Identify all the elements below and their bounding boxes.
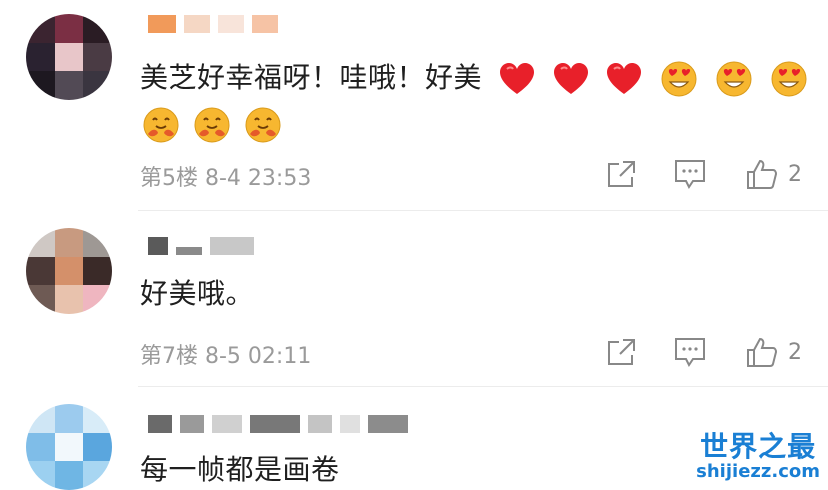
reply-button[interactable] [672, 334, 708, 370]
watermark-url: shijiezz.com [696, 461, 820, 482]
share-button[interactable] [604, 156, 640, 192]
comment-actions: 2 [604, 334, 802, 370]
avatar[interactable] [26, 14, 112, 100]
like-button[interactable]: 2 [746, 336, 802, 368]
username-blurred[interactable] [148, 412, 408, 436]
divider [138, 386, 828, 387]
share-icon [608, 339, 635, 365]
hug-emoji-icon [245, 107, 281, 143]
emoji-row-2 [134, 106, 282, 144]
heart-eyes-emoji-icon [661, 61, 697, 97]
heart-icon [500, 63, 535, 94]
username-blurred[interactable] [148, 234, 254, 258]
comment-meta: 第7楼 8-5 02:11 [140, 344, 312, 369]
heart-eyes-emoji-icon [716, 61, 752, 97]
comment-icon [675, 160, 705, 189]
heart-icon [607, 63, 642, 94]
comment-text: 好美哦。 [140, 277, 255, 310]
avatar[interactable] [26, 404, 112, 490]
comment-meta: 第5楼 8-4 23:53 [140, 166, 312, 191]
comment-icon [675, 338, 705, 367]
emoji-row-1 [491, 61, 808, 97]
comment-text: 美芝好幸福呀！哇哦！好美 [140, 58, 808, 98]
like-count: 2 [788, 339, 802, 365]
watermark-title: 世界之最 [700, 430, 817, 463]
like-count: 2 [788, 161, 802, 187]
comment-text: 每一帧都是画卷 [140, 453, 340, 486]
share-button[interactable] [604, 334, 640, 370]
divider [138, 210, 828, 211]
comment-actions: 2 [604, 156, 802, 192]
avatar[interactable] [26, 228, 112, 314]
heart-eyes-emoji-icon [771, 61, 807, 97]
watermark-logo: 世界之最 shijiezz.com [696, 425, 820, 482]
hug-emoji-icon [194, 107, 230, 143]
hug-emoji-icon [143, 107, 179, 143]
like-button[interactable]: 2 [746, 158, 802, 190]
thumbs-up-icon [747, 159, 778, 189]
share-icon [608, 161, 635, 187]
username-blurred[interactable] [148, 12, 278, 36]
heart-icon [553, 63, 588, 94]
thumbs-up-icon [747, 337, 778, 367]
reply-button[interactable] [672, 156, 708, 192]
